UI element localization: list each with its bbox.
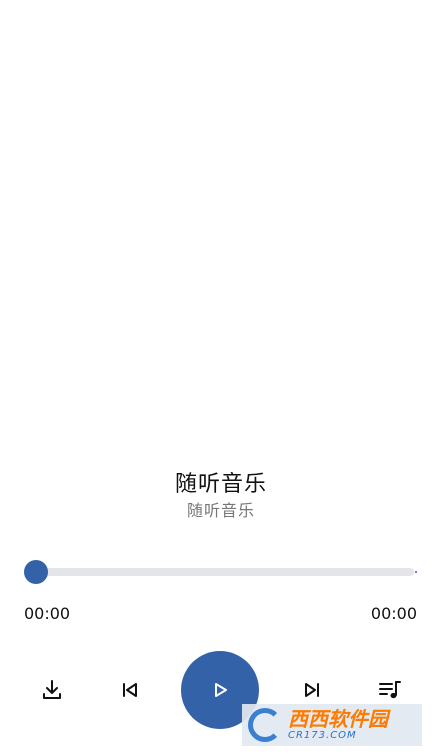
download-button[interactable] <box>32 670 72 710</box>
skip-next-icon <box>305 683 319 697</box>
music-player-screen: 随听音乐 随听音乐 00:00 00:00 西西软件园 CR173.COM <box>0 0 442 754</box>
previous-track-button[interactable] <box>110 670 150 710</box>
total-time: 00:00 <box>370 604 417 623</box>
seek-end-marker <box>415 571 417 573</box>
skip-previous-icon <box>123 683 137 697</box>
site-watermark: 西西软件园 CR173.COM <box>242 704 422 746</box>
album-artwork-area <box>0 0 442 440</box>
seek-thumb[interactable] <box>24 560 48 584</box>
watermark-main-text: 西西软件园 <box>288 707 388 731</box>
watermark-sub-text: CR173.COM <box>288 730 357 741</box>
playlist-music-icon <box>379 681 401 699</box>
watermark-text: 西西软件园 CR173.COM <box>288 708 388 742</box>
watermark-logo-icon <box>248 708 282 742</box>
download-icon <box>43 680 61 699</box>
track-artist: 随听音乐 <box>186 501 255 520</box>
seek-track <box>36 568 414 576</box>
play-icon <box>215 683 227 697</box>
elapsed-time: 00:00 <box>24 604 71 623</box>
track-title: 随听音乐 <box>174 472 267 497</box>
seek-bar[interactable] <box>24 560 420 584</box>
